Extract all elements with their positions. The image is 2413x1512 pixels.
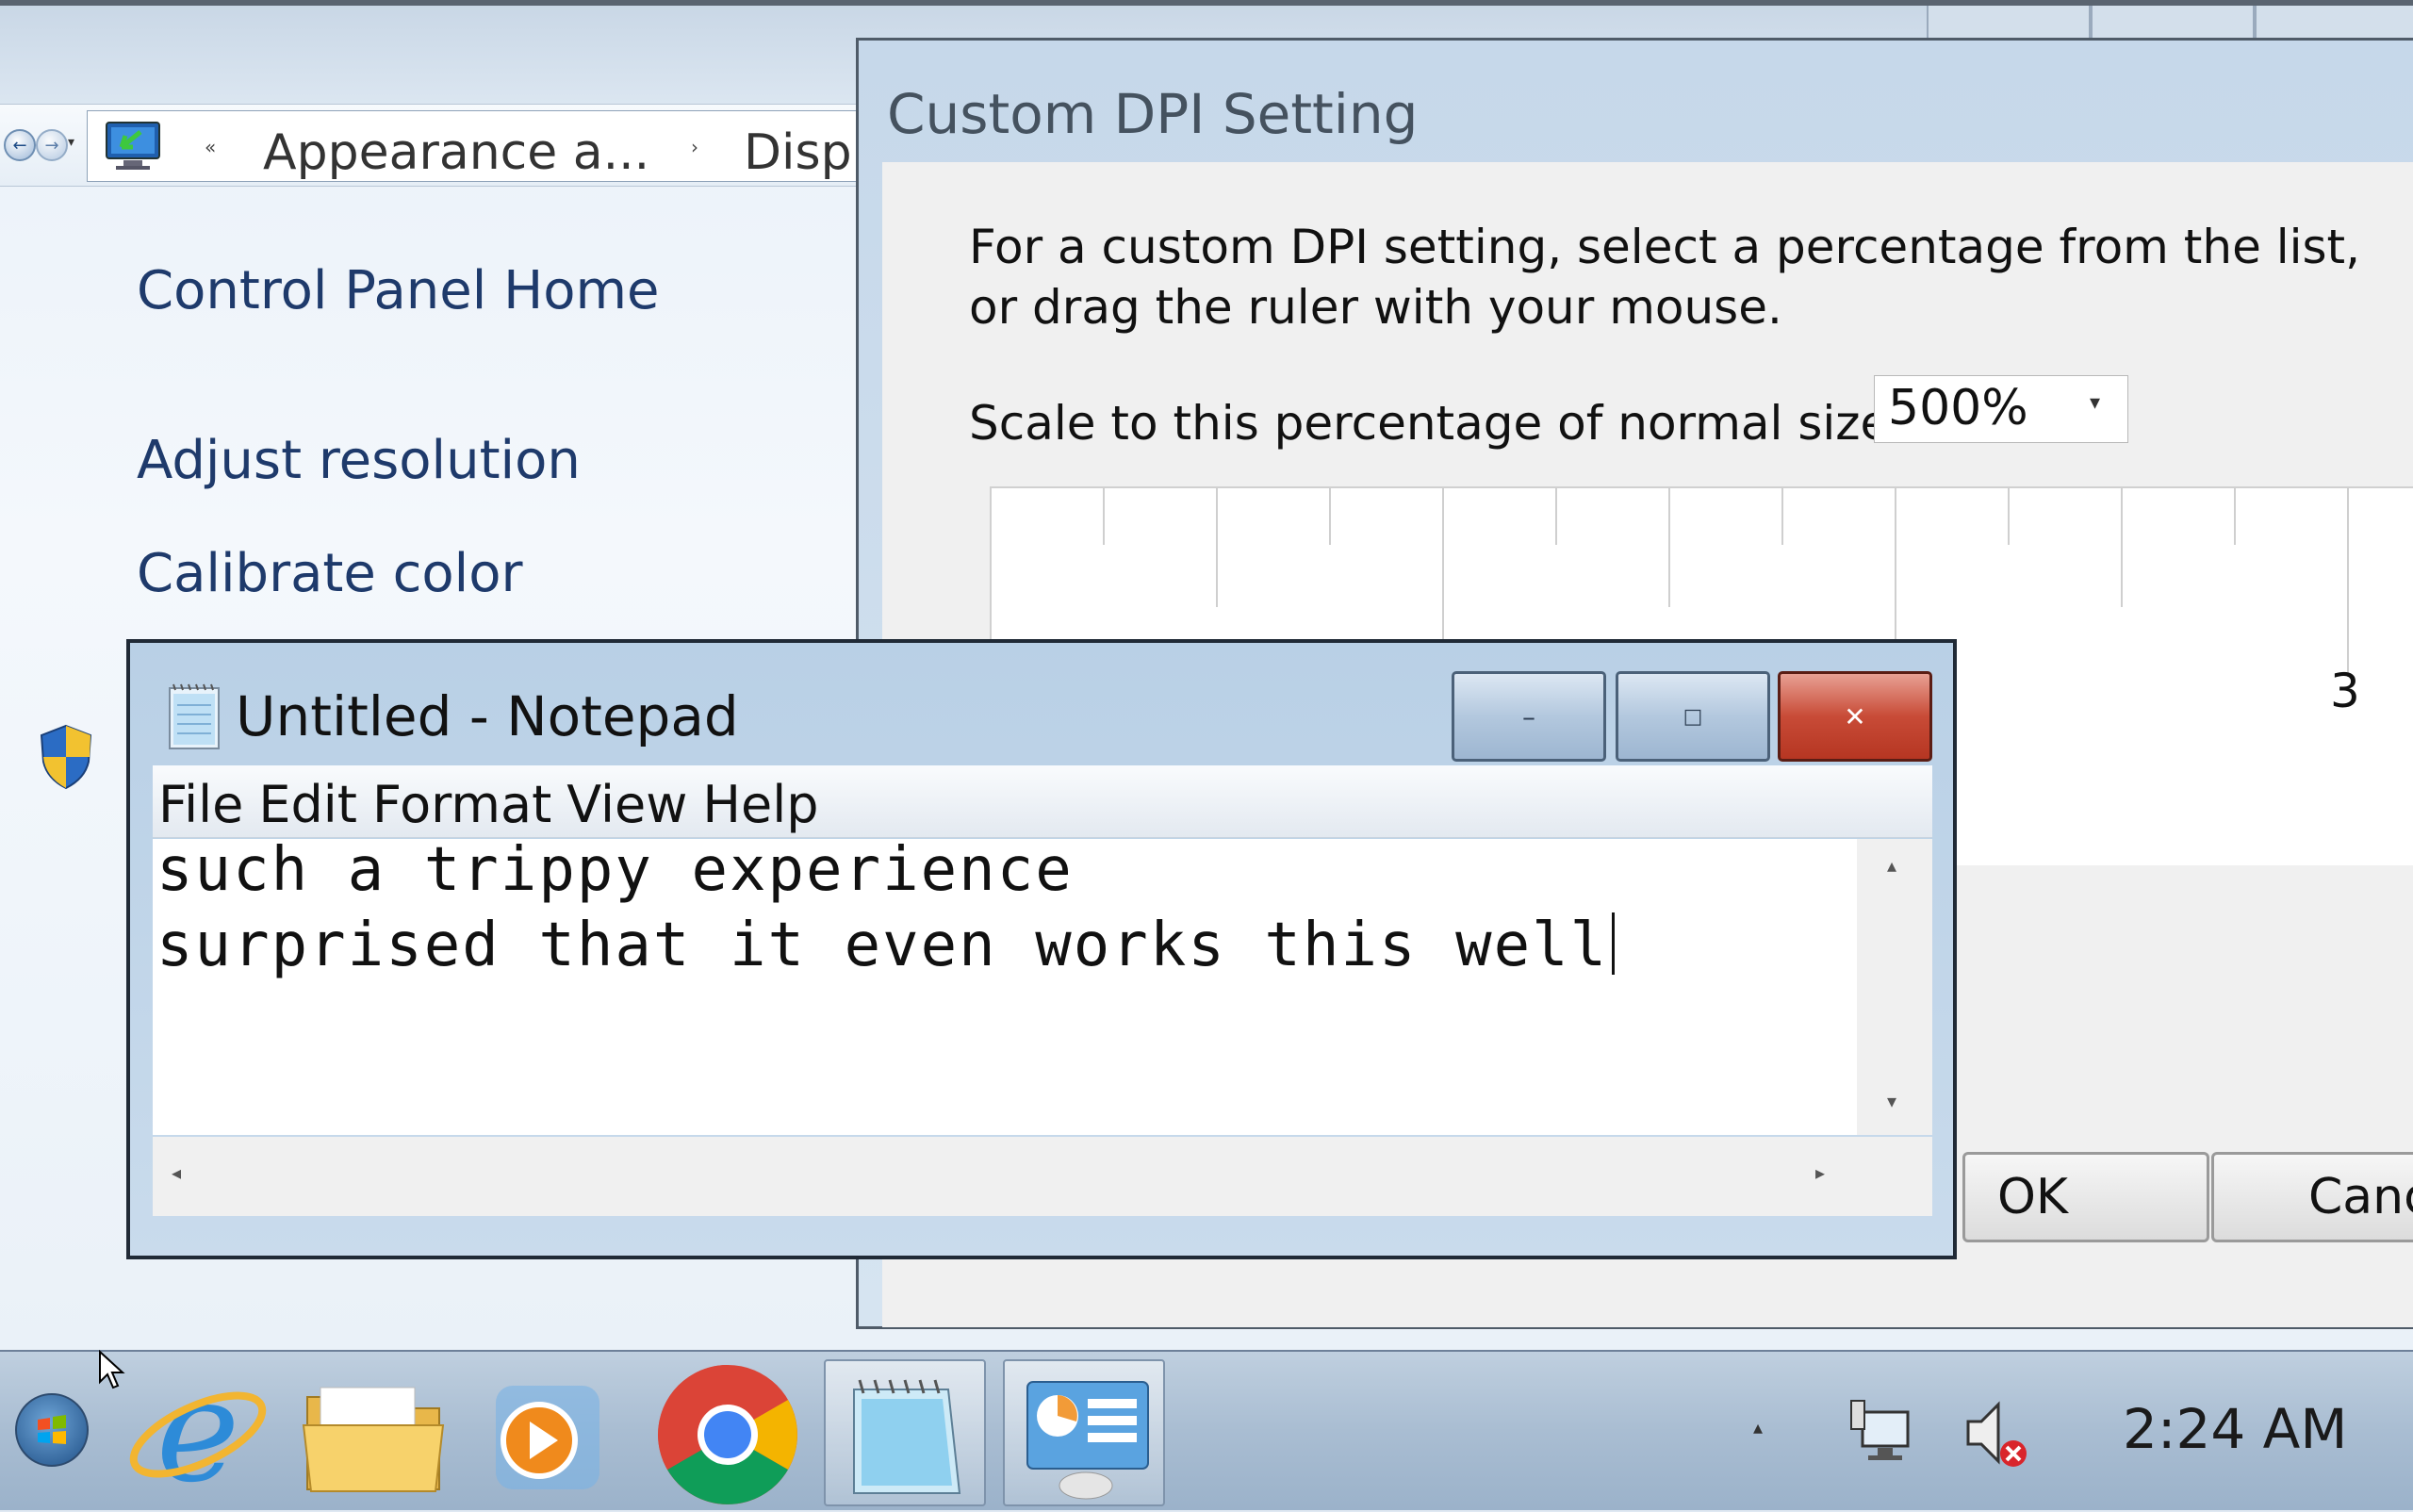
breadcrumb-overflow-icon[interactable]: « [205, 136, 216, 158]
scroll-up-icon[interactable]: ▴ [1887, 854, 1896, 877]
ruler-tick [1442, 488, 1444, 639]
notepad-icon [169, 683, 220, 749]
menu-file[interactable]: File [158, 775, 243, 834]
volume-muted-icon[interactable] [1959, 1395, 2034, 1471]
scale-label: Scale to this percentage of normal size: [969, 396, 1906, 451]
text-caret [1612, 912, 1616, 975]
notepad-title: Untitled - Notepad [236, 684, 739, 748]
ruler-tick [2008, 488, 2010, 545]
background-minimize-button[interactable] [1927, 6, 2091, 40]
taskbar-windows-explorer[interactable] [292, 1359, 454, 1506]
address-bar: ← → ▾ « Appearance a... › Disp [0, 104, 880, 187]
resize-grip[interactable] [1857, 1137, 1932, 1216]
taskbar-notepad[interactable] [824, 1359, 986, 1506]
ruler-tick [2121, 488, 2123, 607]
menu-bar: File Edit Format View Help [153, 765, 1932, 838]
taskbar-clock[interactable]: 2:24 AM [2123, 1397, 2347, 1461]
ruler-tick [1216, 488, 1218, 607]
close-icon: ✕ [1844, 700, 1866, 732]
dialog-title: Custom DPI Setting [887, 82, 1419, 146]
dropdown-arrow-icon[interactable]: ▾ [2090, 391, 2100, 415]
mouse-pointer-icon [99, 1350, 125, 1389]
notepad-window: Untitled - Notepad – □ ✕ File Edit Format V… [126, 639, 1957, 1259]
ruler-tick [1103, 488, 1105, 545]
ruler-tick [1329, 488, 1331, 545]
ruler-tick [2234, 488, 2236, 545]
menu-help[interactable]: Help [702, 775, 818, 834]
menu-view[interactable]: View [566, 775, 687, 834]
scale-value: 500% [1888, 380, 2028, 436]
control-panel-home-link[interactable]: Control Panel Home [137, 260, 659, 321]
chrome-icon [658, 1365, 797, 1504]
scale-percentage-select[interactable]: 500% ▾ [1874, 375, 2128, 443]
background-close-button[interactable] [2255, 6, 2413, 40]
taskbar-internet-explorer[interactable]: e [117, 1350, 279, 1512]
breadcrumb-separator-icon[interactable]: › [691, 136, 698, 158]
control-panel-icon [1026, 1381, 1149, 1500]
horizontal-scrollbar[interactable]: ◂ ▸ [153, 1137, 1857, 1216]
ruler-tick [1895, 488, 1896, 639]
vertical-scrollbar[interactable]: ▴ ▾ [1857, 839, 1932, 1135]
svg-text:e: e [156, 1359, 240, 1506]
close-button[interactable]: ✕ [1778, 671, 1932, 762]
taskbar-chrome[interactable] [647, 1359, 809, 1506]
recent-pages-dropdown-icon[interactable]: ▾ [68, 135, 74, 150]
ruler-tick [1555, 488, 1557, 545]
forward-button[interactable]: → [36, 129, 68, 161]
cancel-button[interactable]: Canc [2211, 1152, 2413, 1242]
address-field[interactable]: « Appearance a... › Disp [87, 110, 880, 182]
minimize-icon: – [1522, 700, 1535, 732]
ruler-tick [1668, 488, 1670, 607]
background-maximize-button[interactable] [2091, 6, 2255, 40]
text-line: such a trippy experience [156, 835, 1074, 905]
ruler-tick [2347, 488, 2349, 677]
monitor-icon [106, 122, 160, 170]
uac-shield-icon [40, 724, 92, 790]
show-hidden-icons-button[interactable]: ▴ [1753, 1416, 1763, 1438]
taskbar-media-player[interactable] [468, 1359, 630, 1506]
calibrate-color-link[interactable]: Calibrate color [137, 543, 523, 604]
taskbar-control-panel[interactable] [1003, 1359, 1165, 1506]
menu-edit[interactable]: Edit [258, 775, 357, 834]
breadcrumb-display[interactable]: Disp [744, 124, 852, 181]
start-button[interactable] [15, 1393, 89, 1467]
scroll-down-icon[interactable]: ▾ [1887, 1090, 1896, 1112]
ruler-number: 3 [2330, 664, 2360, 718]
taskbar: e ▴ 2:24 AM [0, 1350, 2413, 1512]
maximize-button[interactable]: □ [1616, 671, 1770, 762]
breadcrumb-appearance[interactable]: Appearance a... [263, 124, 649, 181]
network-icon[interactable] [1846, 1395, 1921, 1471]
text-line-with-caret: surprised that it even works this well [156, 911, 1616, 980]
media-player-icon [496, 1386, 599, 1489]
minimize-button[interactable]: – [1452, 671, 1606, 762]
scroll-right-icon[interactable]: ▸ [1815, 1161, 1825, 1184]
internet-explorer-icon: e [129, 1350, 267, 1512]
windows-logo-icon [38, 1415, 66, 1444]
ruler-tick [1781, 488, 1783, 545]
scroll-left-icon[interactable]: ◂ [172, 1161, 181, 1184]
adjust-resolution-link[interactable]: Adjust resolution [137, 430, 581, 491]
text-line: surprised that it even works this well [156, 911, 1609, 980]
text-editor-area[interactable]: such a trippy experience surprised that … [153, 835, 1857, 1135]
dpi-instruction-text: For a custom DPI setting, select a perce… [969, 220, 2361, 335]
back-button[interactable]: ← [4, 129, 36, 161]
menu-format[interactable]: Format [372, 775, 551, 834]
maximize-icon: □ [1683, 704, 1703, 729]
ok-button[interactable]: OK [1962, 1152, 2209, 1242]
folder-icon [302, 1387, 445, 1492]
notepad-icon [853, 1379, 961, 1494]
